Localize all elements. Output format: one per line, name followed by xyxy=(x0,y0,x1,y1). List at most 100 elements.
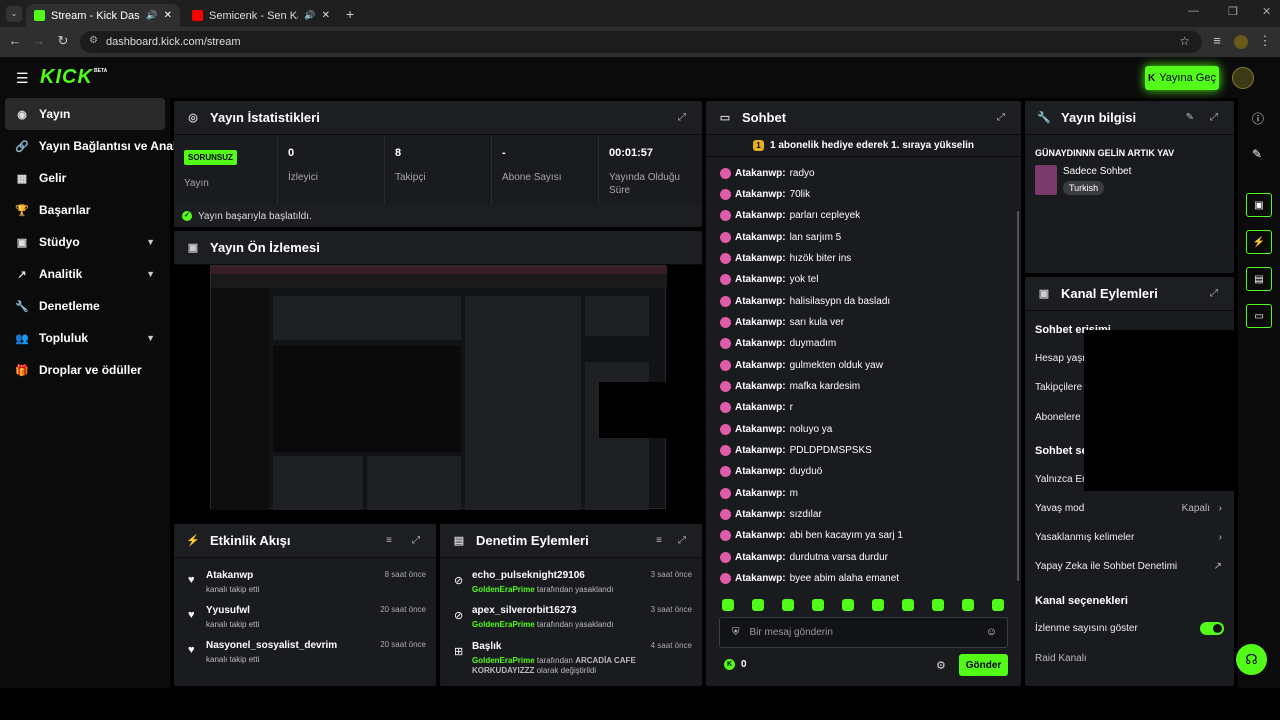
emote-icon[interactable] xyxy=(782,599,794,611)
expand-icon[interactable]: ⤢ xyxy=(678,535,686,546)
chat-username[interactable]: Atakanwp: xyxy=(735,424,786,435)
close-icon[interactable]: ✕ xyxy=(164,10,172,21)
emote-icon[interactable] xyxy=(872,599,884,611)
sidebar-item-revenue[interactable]: ▦ Gelir xyxy=(5,162,165,194)
close-icon[interactable]: ✕ xyxy=(322,10,330,21)
chat-username[interactable]: Atakanwp: xyxy=(735,338,786,349)
banned-words-setting[interactable]: Yasaklanmış kelimeler › xyxy=(1035,532,1222,543)
sidebar-item-moderation[interactable]: 🔧 Denetleme xyxy=(5,290,165,322)
chat-input[interactable]: ⛨ Bir mesaj gönderin ☺ xyxy=(719,617,1008,648)
filter-icon[interactable]: ≡ xyxy=(656,535,662,546)
sidebar-item-stream[interactable]: ◉ Yayın xyxy=(5,98,165,130)
rail-moderation-button[interactable]: ▤ xyxy=(1246,267,1272,291)
channel-points[interactable]: K 0 xyxy=(724,659,747,670)
sidebar-item-analytics[interactable]: ↗ Analitik ▼ xyxy=(5,258,165,290)
chat-username[interactable]: Atakanwp: xyxy=(735,189,786,200)
menu-dots-icon[interactable]: ⋮ xyxy=(1256,33,1274,49)
hamburger-menu-icon[interactable]: ☰ xyxy=(16,70,29,87)
browser-tab-kick[interactable]: Stream - Kick Dashboard 🔊 ✕ xyxy=(26,4,180,27)
gift-sub-banner[interactable]: 1 1 abonelik hediye ederek 1. sıraya yük… xyxy=(706,135,1021,157)
send-button[interactable]: Gönder xyxy=(959,654,1008,676)
chat-username[interactable]: Atakanwp: xyxy=(735,296,786,307)
emote-icon[interactable] xyxy=(812,599,824,611)
emote-icon[interactable] xyxy=(902,599,914,611)
chat-username[interactable]: Atakanwp: xyxy=(735,509,786,520)
forward-icon[interactable]: → xyxy=(30,33,48,48)
chat-username[interactable]: Atakanwp: xyxy=(735,573,786,584)
chat-username[interactable]: Atakanwp: xyxy=(735,445,786,456)
chat-username[interactable]: Atakanwp: xyxy=(735,530,786,541)
sidebar-item-achievements[interactable]: 🏆 Başarılar xyxy=(5,194,165,226)
support-headset-button[interactable]: ☊ xyxy=(1236,644,1267,675)
setting-label: Yapay Zeka ile Sohbet Denetimi xyxy=(1035,561,1178,572)
reload-icon[interactable]: ↻ xyxy=(54,33,72,49)
chat-message: Atakanwp: duymadım xyxy=(720,334,836,352)
expand-icon[interactable]: ⤢ xyxy=(1210,288,1218,299)
expand-icon[interactable]: ⤢ xyxy=(997,112,1005,123)
speaker-icon[interactable]: 🔊 xyxy=(146,10,157,21)
minimize-icon[interactable]: — xyxy=(1188,5,1199,17)
back-icon[interactable]: ← xyxy=(6,33,24,48)
chat-username[interactable]: Atakanwp: xyxy=(735,552,786,563)
browser-tab-youtube[interactable]: Semicenk - Sen Kaldın (Lyric 🔊 ✕ xyxy=(184,4,338,27)
chat-username[interactable]: Atakanwp: xyxy=(735,466,786,477)
media-icon[interactable]: ≡ xyxy=(1208,33,1226,48)
show-viewers-toggle[interactable] xyxy=(1200,622,1224,635)
chat-settings-gear-icon[interactable]: ⚙ xyxy=(936,659,946,672)
ban-icon: ⊘ xyxy=(454,610,464,622)
rail-chat-button[interactable]: ▭ xyxy=(1246,304,1272,328)
chat-username[interactable]: Atakanwp: xyxy=(735,402,786,413)
activity-desc: kanalı takip etti xyxy=(206,655,260,664)
profile-icon[interactable] xyxy=(1234,35,1248,49)
expand-icon[interactable]: ⤢ xyxy=(412,535,420,546)
bookmark-star-icon[interactable]: ☆ xyxy=(1179,34,1190,48)
sidebar-item-studio[interactable]: ▣ Stüdyo ▼ xyxy=(5,226,165,258)
restore-icon[interactable]: ❐ xyxy=(1228,5,1238,18)
chat-username[interactable]: Atakanwp: xyxy=(735,232,786,243)
filter-icon[interactable]: ≡ xyxy=(386,535,392,546)
chat-icon: ▭ xyxy=(719,112,731,124)
address-bar[interactable]: ⚙ dashboard.kick.com/stream ☆ xyxy=(80,31,1202,53)
speaker-icon[interactable]: 🔊 xyxy=(304,10,315,21)
rail-activity-button[interactable]: ⚡ xyxy=(1246,230,1272,254)
emote-icon[interactable] xyxy=(752,599,764,611)
site-info-icon[interactable]: ⚙ xyxy=(89,35,98,46)
chat-username[interactable]: Atakanwp: xyxy=(735,274,786,285)
go-live-button[interactable]: K Yayına Geç xyxy=(1145,66,1219,90)
sidebar-item-stream-key[interactable]: 🔗 Yayın Bağlantısı ve Anahtarı xyxy=(5,130,199,162)
chat-username[interactable]: Atakanwp: xyxy=(735,253,786,264)
ai-moderation-setting[interactable]: Yapay Zeka ile Sohbet Denetimi ↗ xyxy=(1035,561,1222,572)
chat-scrollbar[interactable] xyxy=(1017,211,1019,581)
emoji-icon[interactable]: ☺ xyxy=(986,626,997,638)
chat-username[interactable]: Atakanwp: xyxy=(735,381,786,392)
kick-logo[interactable]: KICK xyxy=(40,66,93,89)
edit-pencil-icon[interactable]: ✎ xyxy=(1186,112,1194,123)
emote-icon[interactable] xyxy=(962,599,974,611)
emote-icon[interactable] xyxy=(722,599,734,611)
window-close-icon[interactable]: ✕ xyxy=(1262,5,1271,18)
expand-icon[interactable]: ⤢ xyxy=(1210,112,1218,123)
slow-mode-setting[interactable]: Yavaş mod Kapalı › xyxy=(1035,503,1222,514)
category-name[interactable]: Sadece Sohbet xyxy=(1063,166,1131,177)
user-avatar[interactable] xyxy=(1232,67,1254,89)
raid-channel-setting[interactable]: Raid Kanalı xyxy=(1035,653,1222,664)
category-thumbnail[interactable] xyxy=(1035,165,1057,195)
chat-username[interactable]: Atakanwp: xyxy=(735,317,786,328)
tab-search-icon[interactable]: ⌄ xyxy=(6,6,22,22)
emote-icon[interactable] xyxy=(842,599,854,611)
expand-icon[interactable]: ⤢ xyxy=(678,112,686,123)
chat-username[interactable]: Atakanwp: xyxy=(735,168,786,179)
sidebar-item-drops[interactable]: 🎁 Droplar ve ödüller xyxy=(5,354,165,386)
rail-preview-button[interactable]: ▣ xyxy=(1246,193,1272,217)
emote-icon[interactable] xyxy=(932,599,944,611)
chat-username[interactable]: Atakanwp: xyxy=(735,488,786,499)
emote-icon[interactable] xyxy=(992,599,1004,611)
stat-label: İzleyici xyxy=(288,172,319,183)
edit-pencil-icon[interactable]: ✎ xyxy=(1252,147,1262,161)
sidebar-item-community[interactable]: 👥 Topluluk ▼ xyxy=(5,322,165,354)
chat-username[interactable]: Atakanwp: xyxy=(735,210,786,221)
new-tab-icon[interactable]: + xyxy=(346,6,354,22)
video-preview[interactable] xyxy=(174,265,702,520)
chat-username[interactable]: Atakanwp: xyxy=(735,360,786,371)
info-icon[interactable]: ⓘ xyxy=(1252,110,1264,127)
